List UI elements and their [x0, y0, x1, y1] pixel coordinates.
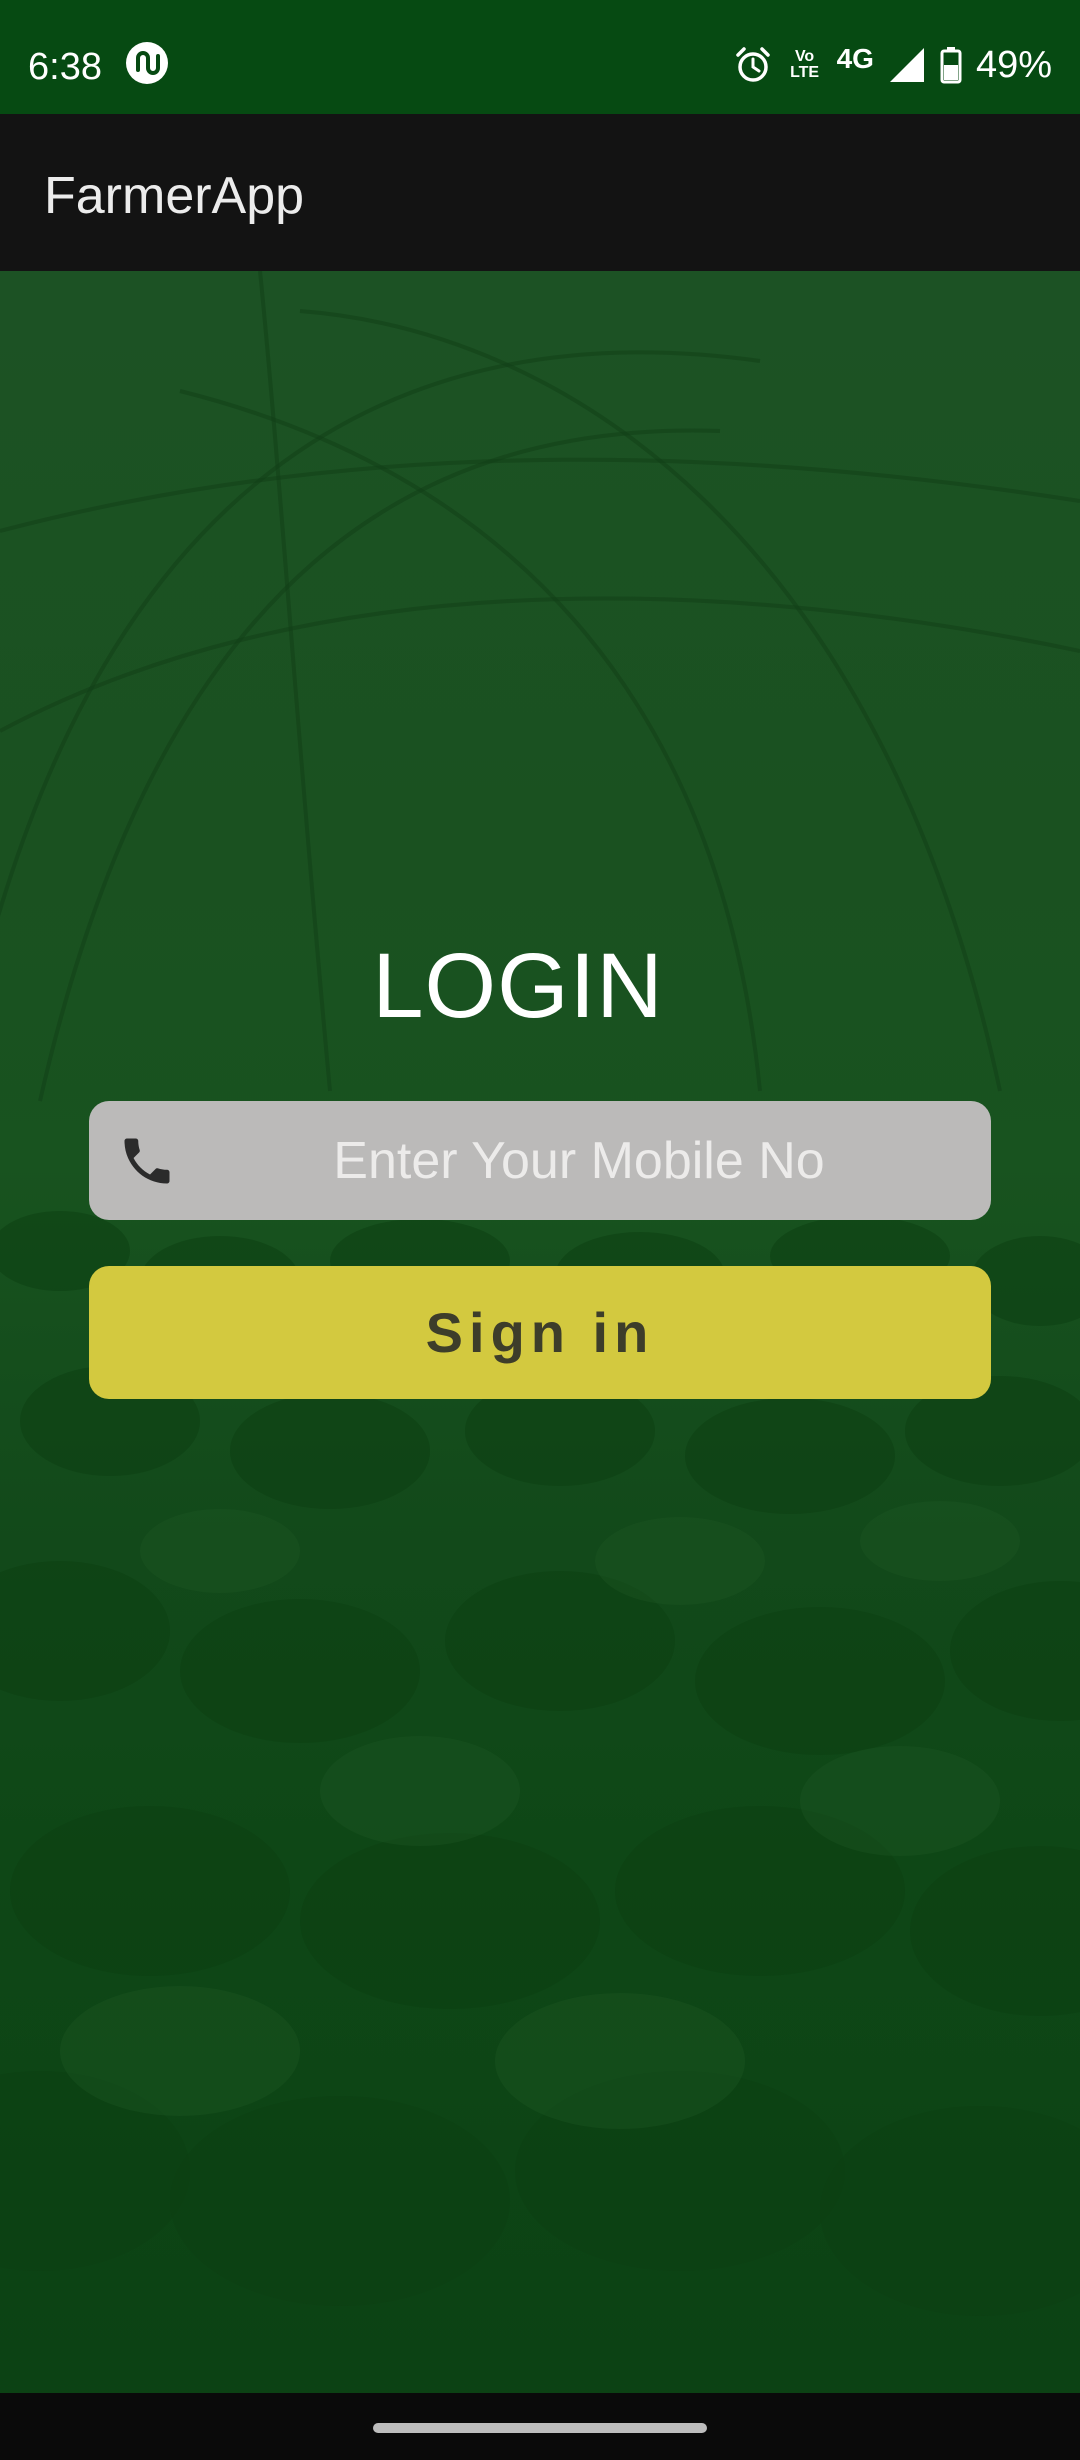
network-type: 4G: [836, 43, 874, 74]
signal-icon: [889, 48, 924, 82]
phone-icon: [124, 1138, 170, 1184]
status-icons: Vo LTE 4G 49%: [733, 40, 1052, 90]
navigation-bar: [0, 2393, 1080, 2460]
status-time: 6:38: [28, 46, 102, 88]
volte-indicator: Vo LTE: [790, 48, 820, 81]
sign-in-button[interactable]: Sign in: [89, 1266, 991, 1399]
alarm-icon: [735, 47, 770, 82]
app-title: FarmerApp: [44, 167, 305, 225]
home-gesture-handle[interactable]: [373, 2423, 707, 2433]
sync-app-icon: [126, 42, 168, 84]
mobile-number-input[interactable]: [209, 1101, 949, 1220]
mobile-number-field[interactable]: [89, 1101, 991, 1220]
login-screen: LOGIN Sign in: [0, 271, 1080, 2393]
login-title: LOGIN: [372, 935, 664, 1037]
app-bar: FarmerApp: [0, 114, 1080, 271]
status-bar: 6:38 Vo LTE 4G 49%: [0, 0, 1080, 114]
battery-icon: [940, 47, 962, 84]
battery-percentage: 49%: [975, 44, 1052, 86]
